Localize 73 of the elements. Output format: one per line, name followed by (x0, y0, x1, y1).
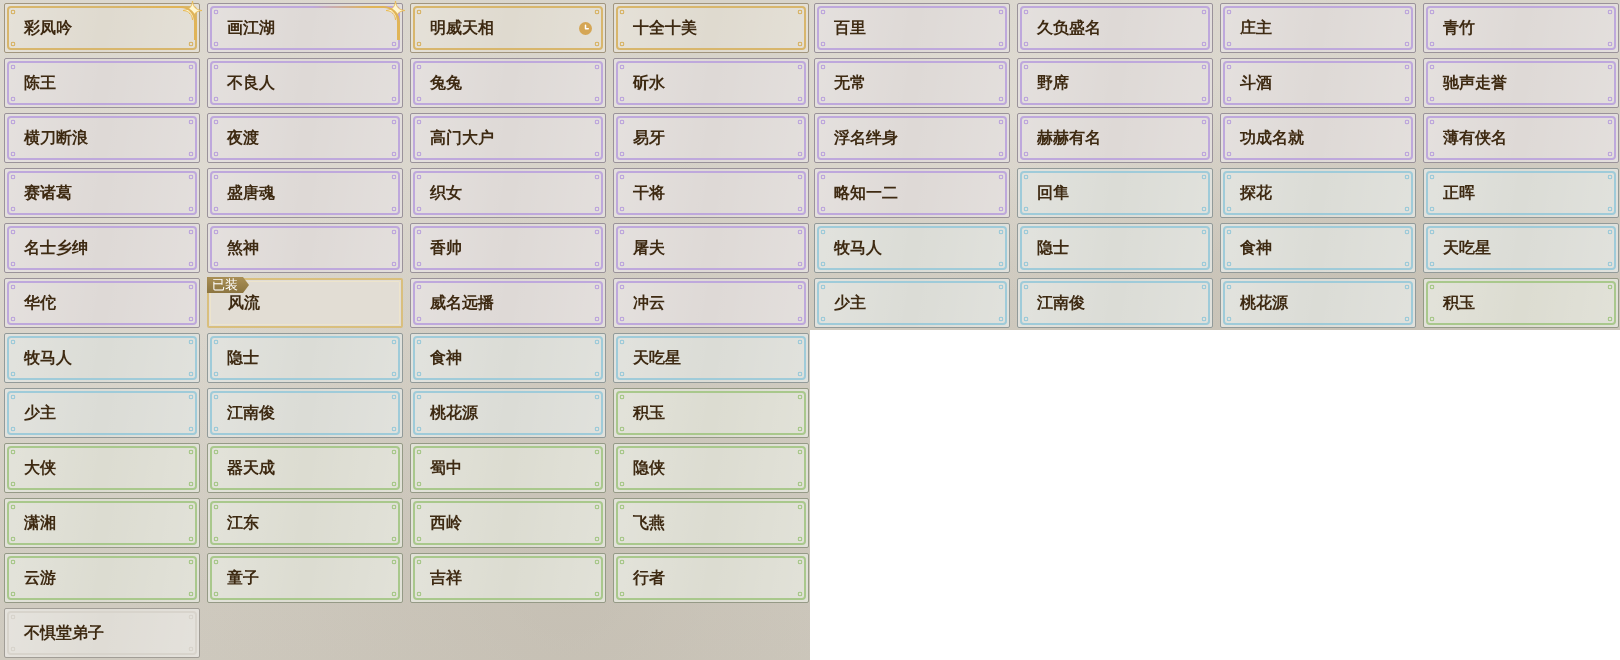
title-card[interactable]: 隐士 (1017, 223, 1213, 273)
title-card[interactable]: 野席 (1017, 58, 1213, 108)
title-card[interactable]: 食神 (410, 333, 606, 383)
title-card[interactable]: 已装 风流 (207, 278, 403, 328)
title-card[interactable]: 江东 (207, 498, 403, 548)
title-card[interactable]: 牧马人 (814, 223, 1010, 273)
title-card[interactable]: 薄有侠名 (1423, 113, 1619, 163)
title-card[interactable]: 行者 (613, 553, 809, 603)
title-card[interactable]: 回隼 (1017, 168, 1213, 218)
title-card[interactable]: 天吃星 (1423, 223, 1619, 273)
title-card[interactable]: 威名远播 (410, 278, 606, 328)
title-card[interactable]: 画江湖 (207, 3, 403, 53)
title-card[interactable]: 大侠 (4, 443, 200, 493)
title-card[interactable]: 彩凤吟 (4, 3, 200, 53)
title-card[interactable]: 赛诸葛 (4, 168, 200, 218)
title-card[interactable]: 青竹 (1423, 3, 1619, 53)
clock-icon (579, 21, 592, 35)
title-card[interactable]: 无常 (814, 58, 1010, 108)
title-card[interactable]: 蜀中 (410, 443, 606, 493)
title-card[interactable]: 庄主 (1220, 3, 1416, 53)
title-card[interactable]: 功成名就 (1220, 113, 1416, 163)
equipped-tag: 已装 (207, 277, 249, 293)
sparkle-icon (386, 1, 405, 20)
title-card[interactable]: 云游 (4, 553, 200, 603)
title-card[interactable]: 织女 (410, 168, 606, 218)
title-card[interactable]: 华佗 (4, 278, 200, 328)
title-card[interactable]: 略知一二 (814, 168, 1010, 218)
title-card[interactable]: 西岭 (410, 498, 606, 548)
title-card[interactable]: 久负盛名 (1017, 3, 1213, 53)
title-card[interactable]: 潇湘 (4, 498, 200, 548)
title-card[interactable]: 斫水 (613, 58, 809, 108)
title-card[interactable]: 易牙 (613, 113, 809, 163)
title-card[interactable]: 煞神 (207, 223, 403, 273)
title-card[interactable]: 探花 (1220, 168, 1416, 218)
title-card[interactable]: 香帅 (410, 223, 606, 273)
title-card[interactable]: 器天成 (207, 443, 403, 493)
title-card[interactable]: 隐士 (207, 333, 403, 383)
title-card[interactable]: 明威天相 (410, 3, 606, 53)
title-card[interactable]: 盛唐魂 (207, 168, 403, 218)
title-card[interactable]: 干将 (613, 168, 809, 218)
title-card[interactable]: 横刀断浪 (4, 113, 200, 163)
title-card[interactable]: 牧马人 (4, 333, 200, 383)
title-card[interactable]: 积玉 (613, 388, 809, 438)
title-card[interactable]: 不惧堂弟子 (4, 608, 200, 658)
title-card[interactable]: 名士乡绅 (4, 223, 200, 273)
sparkle-icon (183, 1, 202, 20)
title-card[interactable]: 江南俊 (207, 388, 403, 438)
title-card[interactable]: 吉祥 (410, 553, 606, 603)
title-card[interactable]: 江南俊 (1017, 278, 1213, 328)
title-card[interactable]: 浮名绊身 (814, 113, 1010, 163)
title-card[interactable]: 桃花源 (410, 388, 606, 438)
title-card[interactable]: 少主 (814, 278, 1010, 328)
title-card[interactable]: 天吃星 (613, 333, 809, 383)
title-card[interactable]: 隐侠 (613, 443, 809, 493)
title-card[interactable]: 冲云 (613, 278, 809, 328)
title-card[interactable]: 童子 (207, 553, 403, 603)
title-card[interactable]: 赫赫有名 (1017, 113, 1213, 163)
title-card[interactable]: 高门大户 (410, 113, 606, 163)
title-card[interactable]: 兔兔 (410, 58, 606, 108)
title-card[interactable]: 正晖 (1423, 168, 1619, 218)
title-card[interactable]: 飞燕 (613, 498, 809, 548)
title-card[interactable]: 十全十美 (613, 3, 809, 53)
title-card[interactable]: 积玉 (1423, 278, 1619, 328)
title-card[interactable]: 食神 (1220, 223, 1416, 273)
title-card[interactable]: 屠夫 (613, 223, 809, 273)
title-card[interactable]: 斗酒 (1220, 58, 1416, 108)
title-card[interactable]: 陈王 (4, 58, 200, 108)
title-card[interactable]: 百里 (814, 3, 1010, 53)
title-card[interactable]: 少主 (4, 388, 200, 438)
title-card[interactable]: 夜渡 (207, 113, 403, 163)
title-card[interactable]: 桃花源 (1220, 278, 1416, 328)
title-card[interactable]: 不良人 (207, 58, 403, 108)
title-card[interactable]: 驰声走誉 (1423, 58, 1619, 108)
